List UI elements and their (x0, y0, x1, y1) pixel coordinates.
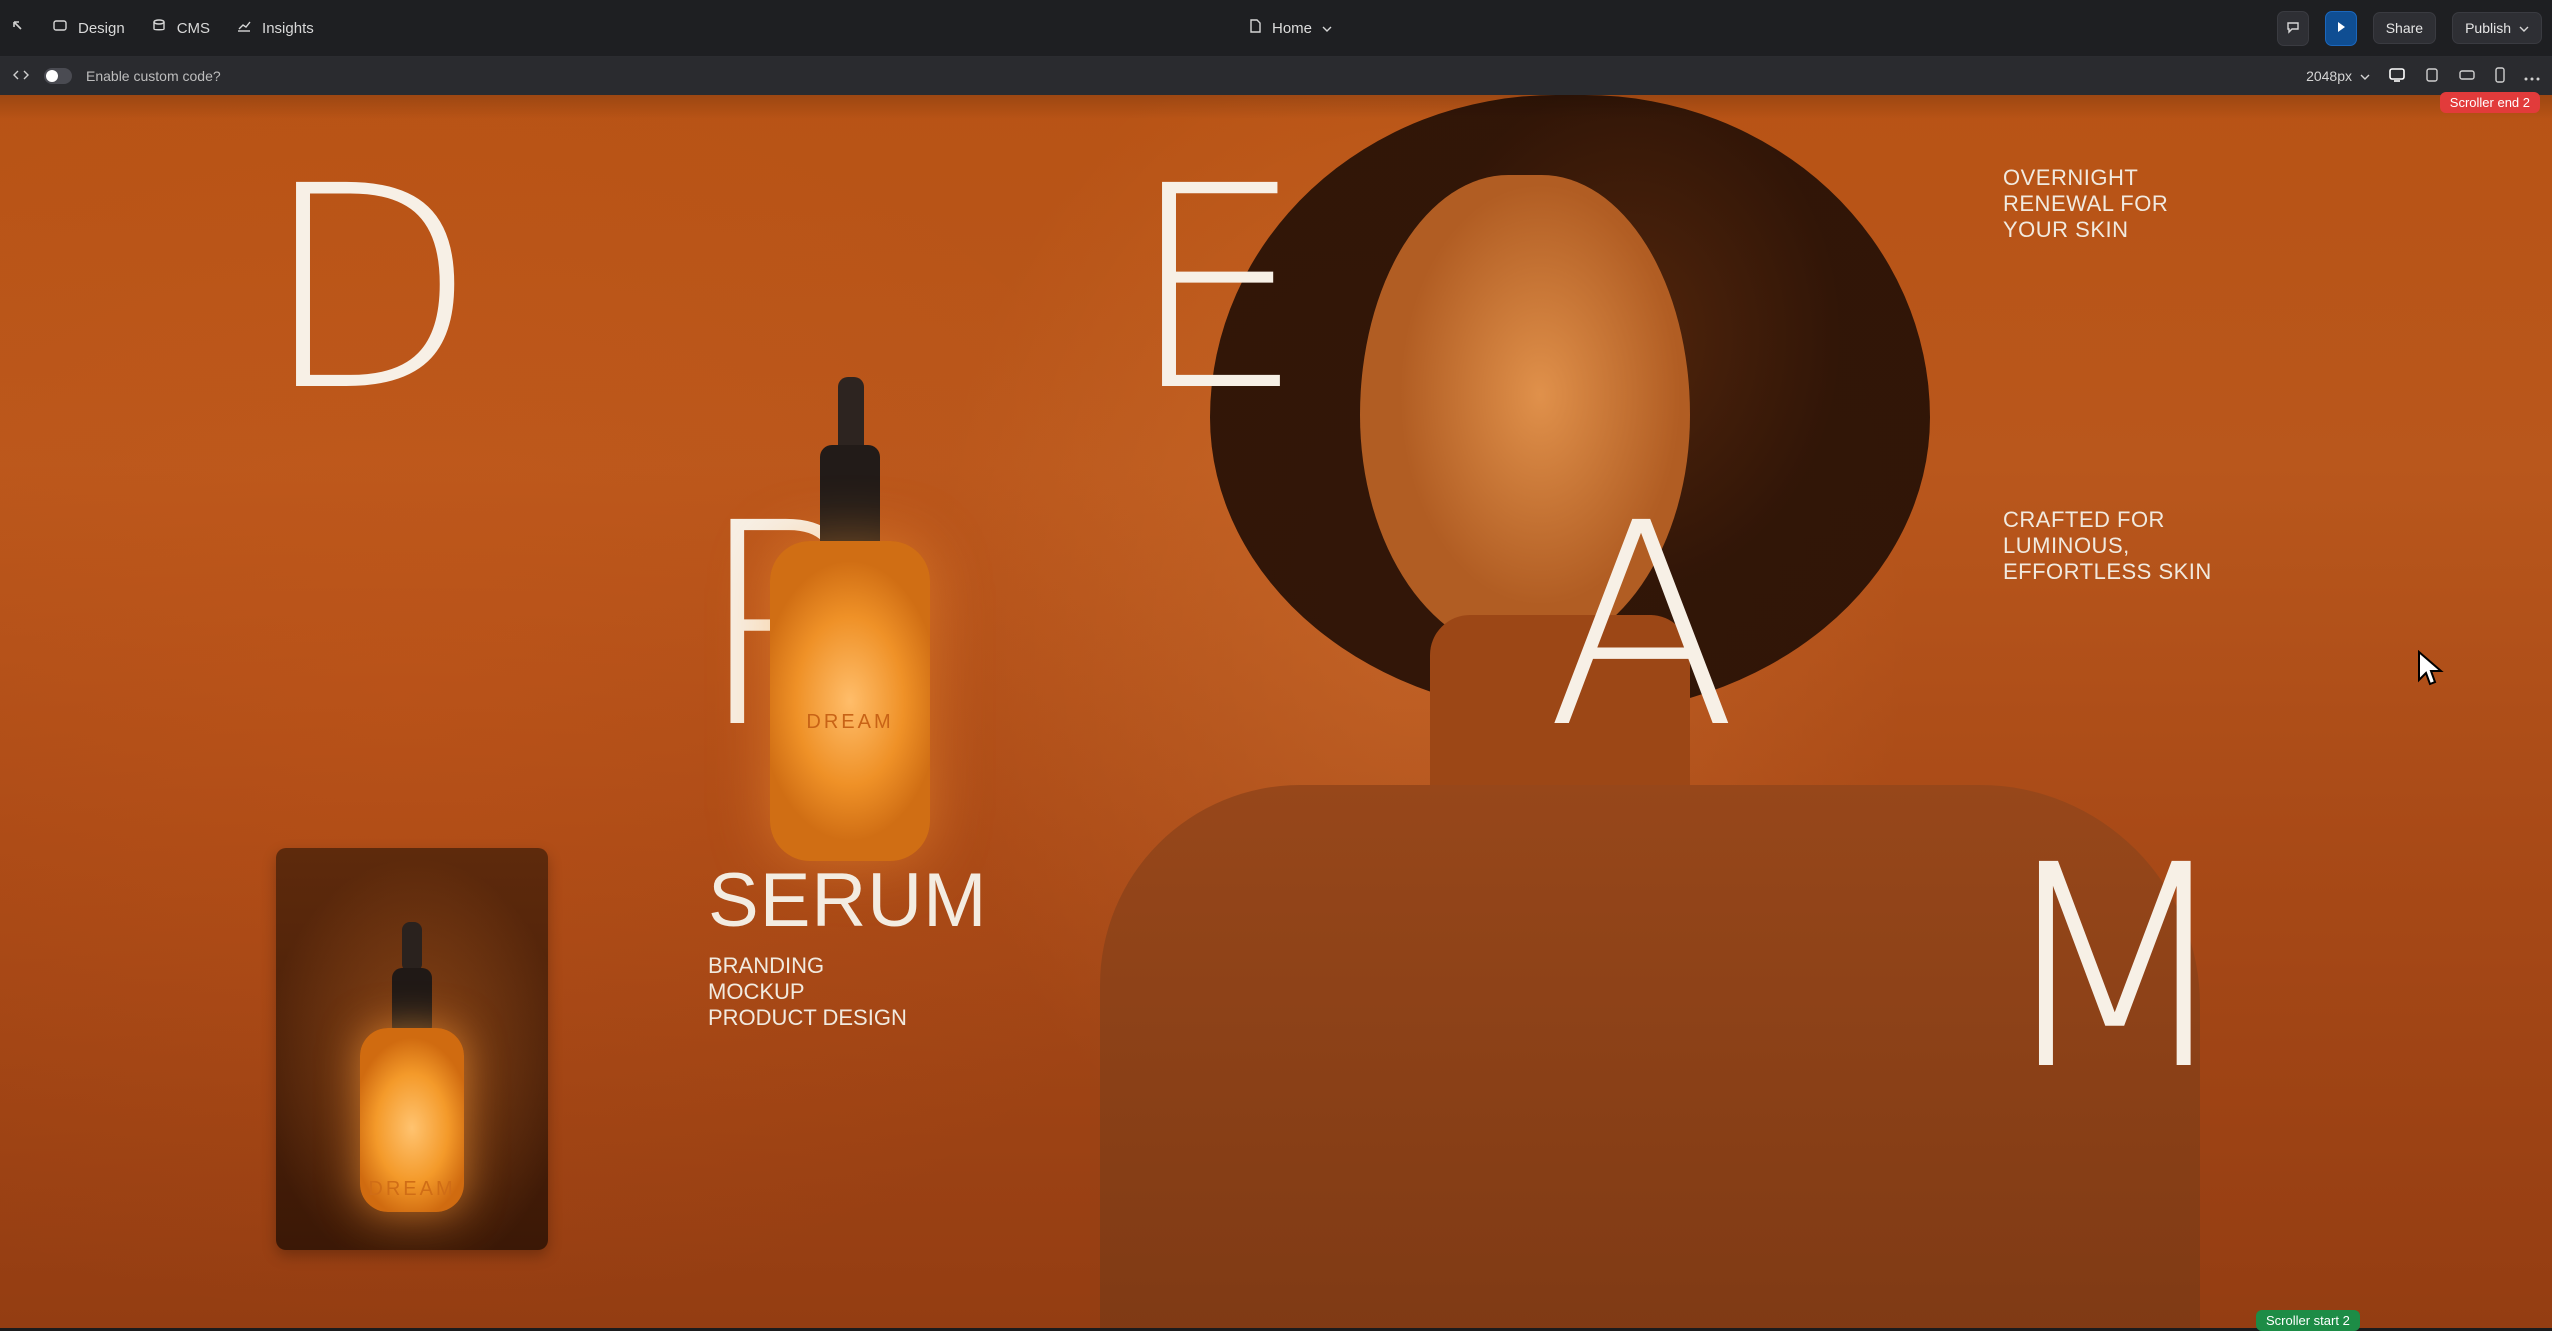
more-icon[interactable] (2524, 68, 2540, 84)
design-label: Design (78, 19, 125, 37)
tablet-icon[interactable] (2424, 67, 2440, 86)
cms-label: CMS (176, 19, 211, 37)
breakpoint-controls: 2048px (2306, 57, 2540, 95)
play-icon (2333, 19, 2349, 38)
breakpoint-value: 2048px (2306, 68, 2352, 84)
serum-title: SERUM (708, 858, 988, 943)
subtitle-product-design: PRODUCT DESIGN (708, 1005, 907, 1030)
share-label: Share (2385, 20, 2424, 36)
tagline-overnight: OVERNIGHT RENEWAL FOR YOUR SKIN (2003, 165, 2169, 242)
dream-letter-m: M (1994, 806, 2236, 1132)
top-toolbar: Design CMS Insights Home Share Publish (0, 0, 2552, 57)
publish-button[interactable]: Publish (2452, 12, 2542, 44)
product-image-card[interactable]: DREAM (276, 848, 548, 1250)
insights-label: Insights (262, 19, 314, 37)
chevron-down-icon (1322, 20, 1332, 37)
chat-icon (2285, 19, 2301, 38)
dream-letter-d: D (262, 127, 478, 453)
database-icon (151, 18, 167, 38)
hand-bottle-label: DREAM (806, 711, 894, 733)
cms-tab[interactable]: CMS (151, 18, 210, 38)
custom-code-toggle[interactable] (44, 68, 72, 84)
code-icon (12, 68, 30, 85)
page-selector[interactable]: Home (1248, 0, 1332, 56)
chevron-down-icon (2519, 20, 2529, 36)
design-tab[interactable]: Design (52, 18, 125, 38)
bottle-neck (392, 968, 432, 1036)
layout-icon (52, 18, 68, 38)
insights-tab[interactable]: Insights (236, 18, 314, 38)
subtitle-mockup: MOCKUP (708, 979, 805, 1004)
subtitle-branding: BRANDING (708, 953, 825, 978)
design-canvas[interactable]: D E R A M OVERNIGHT RENEWAL FOR YOUR SKI… (0, 95, 2552, 1328)
hand-serum-bottle (770, 541, 930, 861)
toolbar-right: Share Publish (2276, 0, 2542, 56)
dream-letter-a: A (1546, 464, 1738, 790)
bottle-label: DREAM (368, 1178, 456, 1200)
publish-label: Publish (2465, 20, 2511, 36)
custom-code-section: Enable custom code? (12, 57, 221, 95)
share-button[interactable]: Share (2372, 12, 2437, 44)
breakpoint-select[interactable]: 2048px (2306, 68, 2370, 84)
desktop-icon[interactable] (2388, 67, 2406, 86)
preview-button[interactable] (2324, 10, 2357, 46)
custom-code-label: Enable custom code? (86, 68, 221, 84)
bottle-cap (402, 922, 422, 972)
page-label: Home (1272, 19, 1313, 37)
toolbar-left: Design CMS Insights (10, 0, 314, 56)
back-arrow-icon[interactable] (10, 18, 26, 39)
chevron-down-icon (2360, 68, 2370, 84)
chat-button[interactable] (2276, 10, 2309, 46)
file-icon (1248, 18, 1262, 38)
canvas-toolbar: Enable custom code? 2048px (0, 57, 2552, 96)
mobile-icon[interactable] (2494, 66, 2506, 86)
mouse-cursor-icon (2418, 650, 2444, 686)
dream-letter-e: E (1128, 127, 1305, 453)
hand-bottle-neck (820, 445, 880, 555)
scroller-end-tag: Scroller end 2 (2439, 92, 2540, 113)
tablet-landscape-icon[interactable] (2458, 68, 2476, 85)
serum-subtitles: BRANDING MOCKUP PRODUCT DESIGN (708, 953, 907, 1031)
chart-icon (236, 18, 252, 38)
tagline-crafted: CRAFTED FOR LUMINOUS, EFFORTLESS SKIN (2003, 507, 2212, 584)
